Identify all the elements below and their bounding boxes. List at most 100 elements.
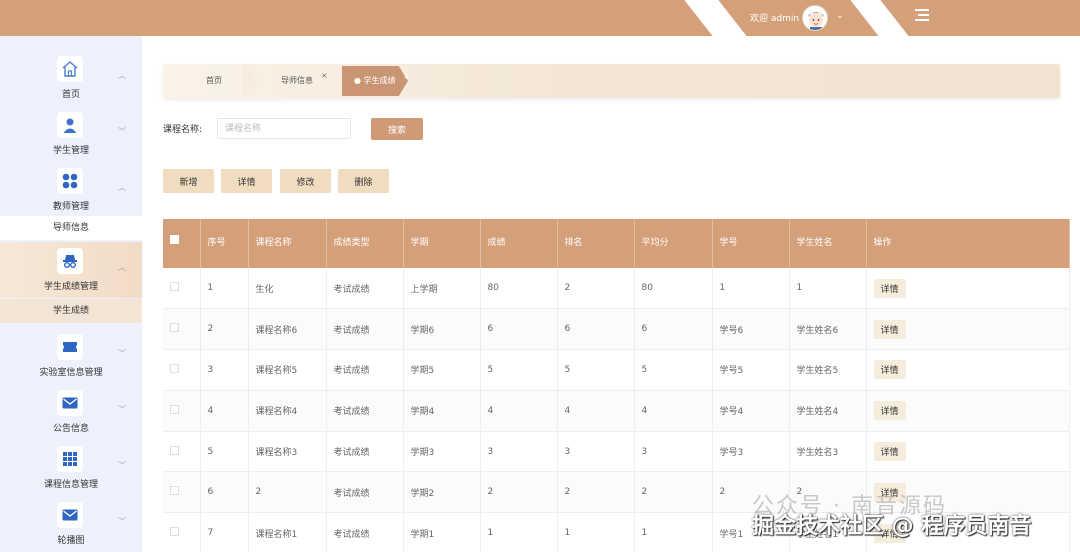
row-actions-cell: 详情	[866, 349, 1070, 391]
table-cell: 学期5	[403, 349, 481, 391]
delete-button[interactable]: 删除	[338, 169, 389, 193]
sidebar-subitem-student-grades[interactable]: 学生成绩	[0, 299, 142, 323]
table-cell: 2	[200, 308, 249, 351]
table-cell: 4	[480, 390, 558, 432]
table-cell: 5	[557, 349, 635, 391]
sidebar-item-courses[interactable]: 课程信息管理 ﹀	[0, 440, 142, 496]
row-detail-button[interactable]: 详情	[873, 278, 906, 298]
table-cell: 课程名称5	[248, 349, 327, 391]
row-select-cell[interactable]	[163, 512, 201, 552]
sidebar-item-notices[interactable]: 公告信息 ﹀	[0, 384, 142, 440]
row-detail-button[interactable]: 详情	[873, 401, 906, 421]
row-select-cell[interactable]	[163, 349, 201, 391]
table-cell: 1	[557, 512, 635, 552]
close-icon[interactable]: ×	[321, 61, 328, 91]
row-select-cell[interactable]	[163, 390, 201, 432]
column-header: 成绩类型	[326, 219, 404, 268]
menu-toggle-icon[interactable]	[915, 9, 929, 23]
table-cell: 学生姓名3	[789, 431, 867, 473]
column-header: 学期	[403, 219, 481, 268]
search-label: 课程名称:	[163, 125, 203, 135]
detective-icon	[57, 248, 83, 274]
table-row: 1 生化 考试成绩 上学期 80 2 80 1 1 详情	[163, 268, 1070, 310]
avatar-face-icon	[808, 12, 824, 30]
column-header: 平均分	[634, 219, 713, 268]
chevron-up-icon: ︿	[118, 71, 126, 80]
table-cell: 5	[634, 349, 713, 391]
table-cell: 3	[634, 431, 713, 473]
table-row: 4 课程名称4 考试成绩 学期4 4 4 4 学号4 学生姓名4 详情	[163, 390, 1070, 432]
breadcrumb-tab-tutor-info[interactable]: 导师信息 ×	[281, 66, 328, 96]
column-header: 学号	[712, 219, 790, 268]
row-detail-button[interactable]: 详情	[873, 360, 906, 380]
row-select-cell[interactable]	[163, 268, 201, 310]
sidebar-item-carousel[interactable]: 轮播图 ﹀	[0, 496, 142, 552]
sidebar-item-label: 实验室信息管理	[39, 368, 103, 378]
row-detail-button[interactable]: 详情	[873, 442, 906, 462]
ticket-icon	[57, 334, 83, 360]
apps-icon	[57, 446, 83, 472]
sidebar-item-teachers[interactable]: 教师管理 ︿	[0, 162, 142, 218]
sidebar-item-label: 首页	[61, 90, 80, 100]
sidebar-item-grades[interactable]: 学生成绩管理 ︿	[0, 242, 142, 298]
search-button[interactable]: 搜索	[371, 118, 423, 140]
row-select-cell[interactable]	[163, 431, 201, 473]
avatar[interactable]	[802, 5, 828, 31]
table-cell: 课程名称6	[248, 308, 327, 351]
sidebar-subitem-tutor-info[interactable]: 导师信息	[0, 216, 142, 240]
row-checkbox[interactable]	[170, 404, 179, 414]
breadcrumb-home[interactable]: 首页	[206, 66, 222, 96]
table-cell: 学号4	[712, 390, 790, 432]
course-name-input[interactable]	[217, 118, 351, 139]
table-row: 2 课程名称6 考试成绩 学期6 6 6 6 学号6 学生姓名6 详情	[163, 308, 1070, 351]
row-checkbox[interactable]	[170, 486, 179, 496]
sidebar-item-home[interactable]: 首页 ︿	[0, 50, 142, 106]
table-cell: 课程名称3	[248, 431, 327, 473]
table-cell: 学期4	[403, 390, 481, 432]
table-cell: 2	[557, 471, 635, 514]
table-cell: 课程名称1	[248, 512, 327, 552]
row-checkbox[interactable]	[170, 363, 179, 373]
row-select-cell[interactable]	[163, 471, 201, 514]
sidebar-item-lab[interactable]: 实验室信息管理 ﹀	[0, 328, 142, 384]
sidebar-item-label: 教师管理	[52, 202, 89, 212]
select-all-cell[interactable]	[163, 219, 201, 268]
row-checkbox[interactable]	[170, 282, 179, 292]
breadcrumb: 首页 导师信息 × ● 学生成绩 ×	[163, 64, 1060, 98]
welcome-text: 欢迎 admin	[750, 14, 800, 24]
add-button[interactable]: 新增	[163, 169, 214, 193]
table-cell: 2	[480, 471, 558, 514]
row-checkbox[interactable]	[170, 527, 179, 537]
row-detail-button[interactable]: 详情	[873, 319, 906, 339]
row-select-cell[interactable]	[163, 308, 201, 351]
breadcrumb-tab-student-grades[interactable]: ● 学生成绩	[342, 66, 408, 96]
row-actions-cell: 详情	[866, 268, 1070, 310]
edit-button[interactable]: 修改	[280, 169, 331, 193]
table-cell: 学期2	[403, 471, 481, 514]
chevron-down-icon: ﹀	[118, 405, 126, 414]
row-checkbox[interactable]	[170, 445, 179, 455]
chevron-up-icon: ︿	[118, 183, 126, 192]
sidebar-item-students[interactable]: 学生管理 ﹀	[0, 106, 142, 162]
close-icon[interactable]: ×	[403, 62, 410, 92]
sidebar-item-label: 公告信息	[52, 424, 89, 434]
table-cell: 5	[480, 349, 558, 391]
row-checkbox[interactable]	[170, 323, 179, 333]
detail-button[interactable]: 详情	[221, 169, 272, 193]
chevron-down-icon: ﹀	[118, 349, 126, 358]
table-cell: 学号3	[712, 431, 790, 473]
table-cell: 3	[557, 431, 635, 473]
table-cell: 考试成绩	[326, 349, 404, 391]
table-cell: 6	[634, 308, 713, 351]
table-cell: 学期3	[403, 431, 481, 473]
grid-dots-icon	[57, 168, 83, 194]
chevron-down-icon[interactable]: ⌄	[836, 11, 844, 21]
chevron-down-icon: ﹀	[118, 461, 126, 470]
breadcrumb-arrow	[243, 64, 259, 98]
select-all-checkbox[interactable]	[170, 235, 179, 244]
table-cell: 学号5	[712, 349, 790, 391]
table-cell: 1	[200, 268, 249, 310]
table-cell: 7	[200, 512, 249, 552]
mail-icon	[57, 502, 83, 528]
column-header: 课程名称	[248, 219, 327, 268]
